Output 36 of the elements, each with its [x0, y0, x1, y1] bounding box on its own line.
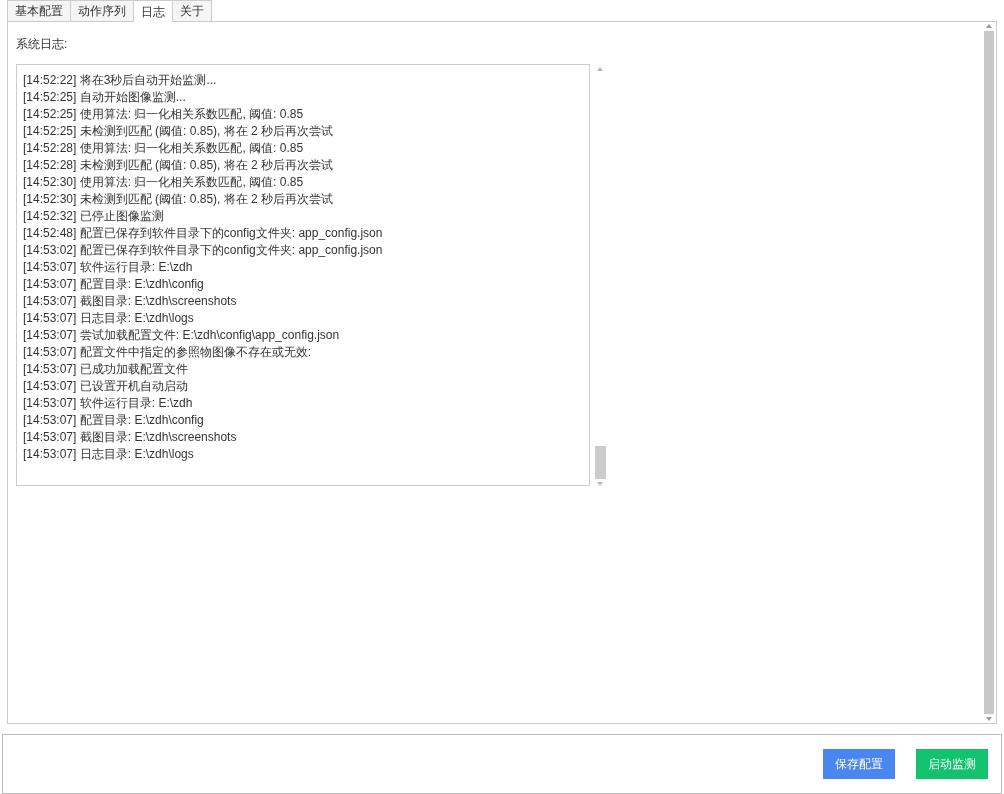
- log-line: [14:52:25] 未检测到匹配 (阈值: 0.85), 将在 2 秒后再次尝试: [23, 123, 335, 140]
- log-line: [14:52:30] 未检测到匹配 (阈值: 0.85), 将在 2 秒后再次尝试: [23, 191, 335, 208]
- log-line: [14:52:25] 自动开始图像监测...: [23, 89, 187, 106]
- log-line: [14:53:07] 已设置开机自动启动: [23, 378, 189, 395]
- log-text-area[interactable]: [16, 64, 590, 486]
- log-line: [14:53:07] 已成功加载配置文件: [23, 361, 189, 378]
- log-line: [14:52:25] 使用算法: 归一化相关系数匹配, 阈值: 0.85: [23, 106, 305, 123]
- scrollbar-thumb[interactable]: [984, 31, 994, 714]
- scroll-down-icon[interactable]: [597, 482, 603, 486]
- scroll-up-icon[interactable]: [597, 67, 603, 71]
- log-line: [14:52:28] 未检测到匹配 (阈值: 0.85), 将在 2 秒后再次尝试: [23, 157, 335, 174]
- log-line: [14:53:07] 配置目录: E:\zdh\config: [23, 412, 205, 429]
- scrollbar-thumb[interactable]: [594, 446, 606, 479]
- log-line: [14:53:07] 软件运行目录: E:\zdh: [23, 259, 194, 276]
- log-line: [14:52:32] 已停止图像监测: [23, 208, 165, 225]
- log-label: 系统日志:: [16, 36, 69, 52]
- tab[interactable]: 日志: [133, 0, 173, 22]
- scroll-up-icon[interactable]: [986, 24, 992, 28]
- action-button[interactable]: 保存配置: [823, 749, 895, 779]
- log-line: [14:53:02] 配置已保存到软件目录下的config文件夹: app_config.json: [23, 242, 384, 259]
- log-line: [14:53:07] 截图目录: E:\zdh\screenshots: [23, 293, 238, 310]
- log-line: [14:53:07] 配置文件中指定的参照物图像不存在或无效:: [23, 344, 313, 361]
- log-line: [14:53:07] 尝试加载配置文件: E:\zdh\config\app_config.json: [23, 327, 341, 344]
- tab[interactable]: 动作序列: [70, 0, 134, 21]
- log-line: [14:52:30] 使用算法: 归一化相关系数匹配, 阈值: 0.85: [23, 174, 305, 191]
- log-line: [14:53:07] 截图目录: E:\zdh\screenshots: [23, 429, 238, 446]
- scroll-down-icon[interactable]: [986, 717, 992, 721]
- log-line: [14:53:07] 软件运行目录: E:\zdh: [23, 395, 194, 412]
- log-line: [14:53:07] 日志目录: E:\zdh\logs: [23, 310, 195, 327]
- log-line: [14:52:22] 将在3秒后自动开始监测...: [23, 72, 218, 89]
- log-line: [14:53:07] 配置目录: E:\zdh\config: [23, 276, 205, 293]
- log-line: [14:52:48] 配置已保存到软件目录下的config文件夹: app_config.json: [23, 225, 384, 242]
- log-line: [14:53:07] 日志目录: E:\zdh\logs: [23, 446, 195, 463]
- tab[interactable]: 关于: [172, 0, 212, 21]
- log-line: [14:52:28] 使用算法: 归一化相关系数匹配, 阈值: 0.85: [23, 140, 305, 157]
- tab[interactable]: 基本配置: [7, 0, 71, 21]
